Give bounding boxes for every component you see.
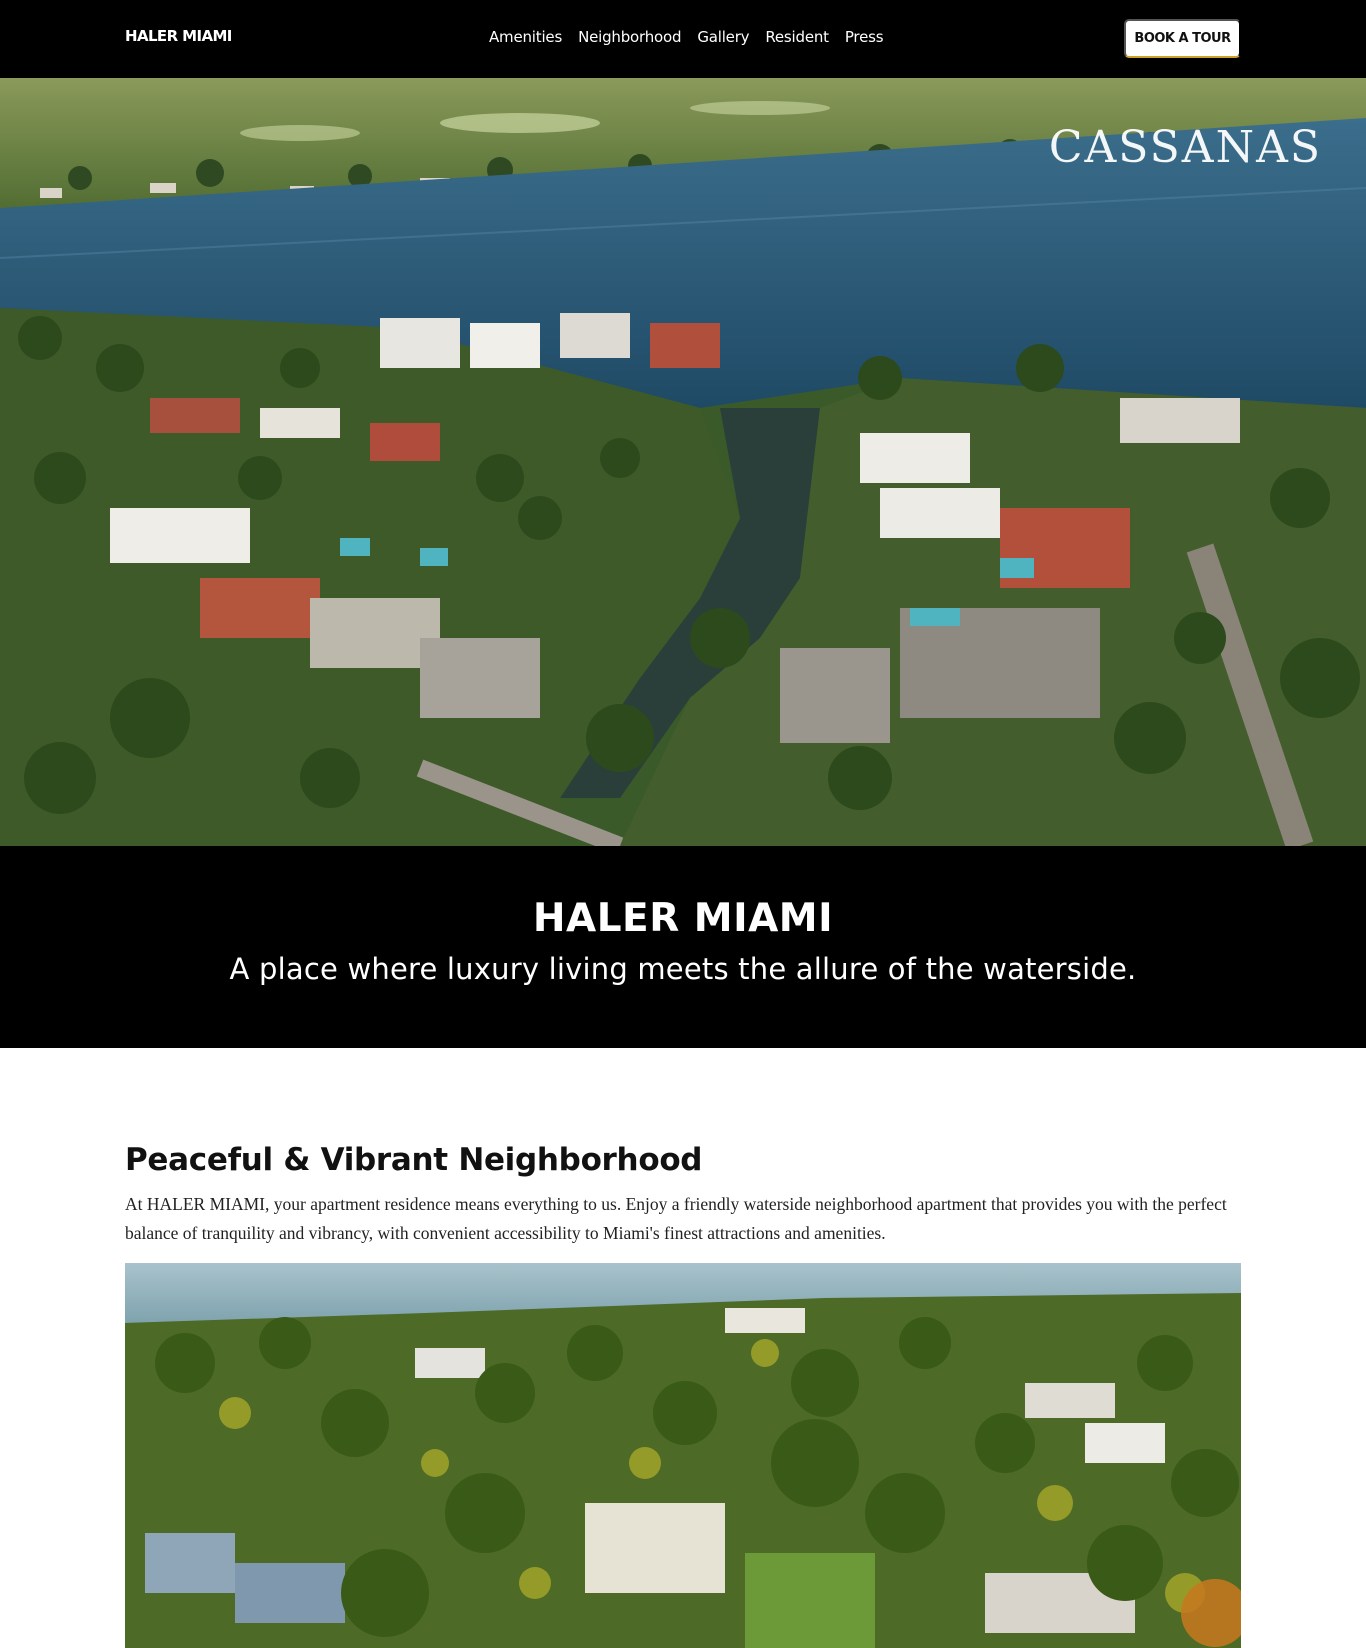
banner-subtitle: A place where luxury living meets the al…: [229, 952, 1137, 986]
hero-watermark-logo: CASSANAS: [1048, 122, 1322, 173]
hero-aerial-illustration: [0, 78, 1366, 846]
neighborhood-heading: Peaceful & Vibrant Neighborhood: [125, 1142, 703, 1178]
neighborhood-description: At HALER MIAMI, your apartment residence…: [125, 1194, 1227, 1243]
nav-link-press[interactable]: Press: [845, 28, 884, 46]
nav-link-amenities[interactable]: Amenities: [489, 28, 562, 46]
hero-banner: HALER MIAMI A place where luxury living …: [0, 846, 1366, 1048]
neighborhood-aerial-photo: [125, 1263, 1241, 1648]
hero-aerial-image: CASSANAS: [0, 78, 1366, 846]
main-nav: Amenities Neighborhood Gallery Resident …: [489, 28, 884, 46]
top-navbar: HALER MIAMI Amenities Neighborhood Galle…: [0, 0, 1366, 78]
banner-title: HALER MIAMI: [532, 896, 834, 941]
nav-link-neighborhood[interactable]: Neighborhood: [578, 28, 681, 46]
brand-logo[interactable]: HALER MIAMI: [125, 27, 232, 45]
neighborhood-aerial-illustration: [125, 1263, 1241, 1648]
book-tour-button[interactable]: BOOK A TOUR: [1124, 19, 1241, 58]
nav-link-gallery[interactable]: Gallery: [697, 28, 749, 46]
nav-link-resident[interactable]: Resident: [765, 28, 829, 46]
